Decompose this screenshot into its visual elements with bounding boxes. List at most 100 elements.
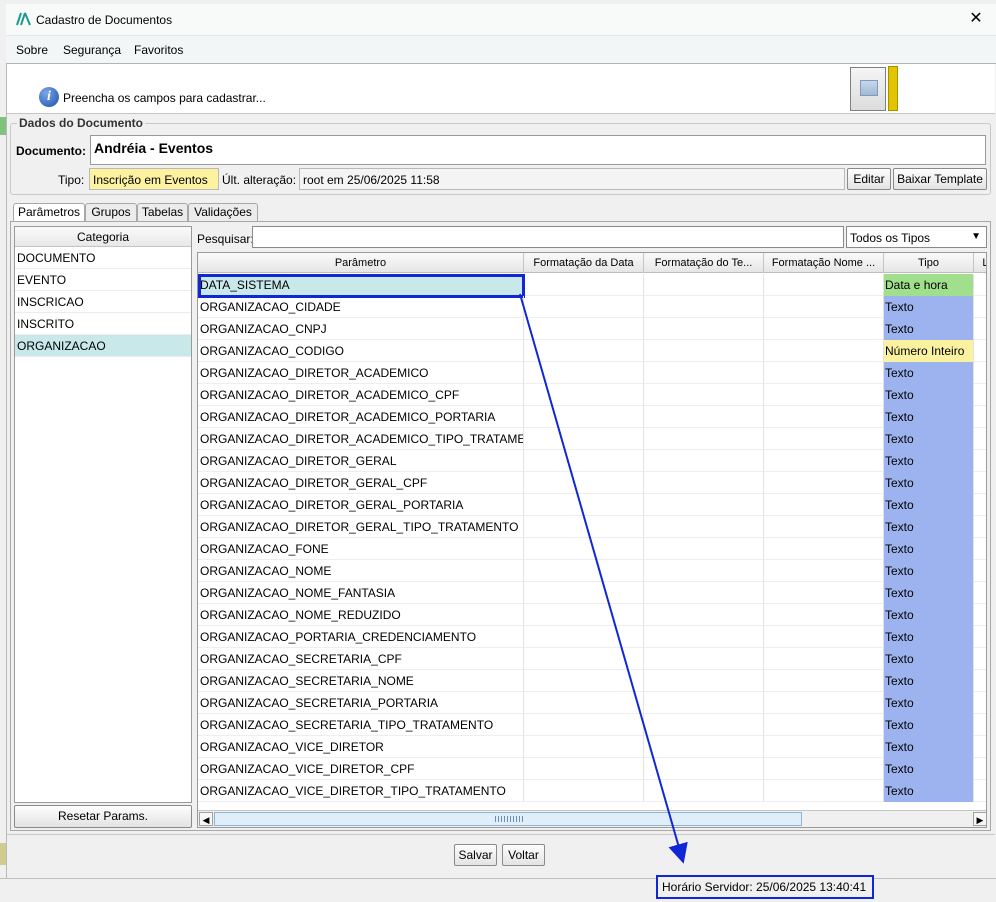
table-row[interactable]: ORGANIZACAO_SECRETARIA_NOME Texto [198,670,986,692]
cell-tipo[interactable]: Texto [884,670,974,692]
cell-parametro[interactable]: ORGANIZACAO_DIRETOR_GERAL [198,450,524,472]
cell-empty[interactable] [644,494,764,516]
cell-empty[interactable] [524,626,644,648]
cell-empty[interactable] [524,362,644,384]
cell-tipo[interactable]: Texto [884,780,974,802]
cell-empty[interactable] [524,538,644,560]
cell-empty[interactable] [974,516,986,538]
cell-empty[interactable] [764,648,884,670]
column-formatacao-texto[interactable]: Formatação do Te... [644,253,764,273]
cell-tipo[interactable]: Texto [884,560,974,582]
cell-parametro[interactable]: ORGANIZACAO_SECRETARIA_TIPO_TRATAMENTO [198,714,524,736]
cell-parametro[interactable]: ORGANIZACAO_DIRETOR_ACADEMICO_CPF [198,384,524,406]
cell-parametro[interactable]: ORGANIZACAO_DIRETOR_ACADEMICO_PORTARIA [198,406,524,428]
cell-empty[interactable] [524,450,644,472]
baixar-template-button[interactable]: Baixar Template [893,168,987,190]
cell-parametro[interactable]: ORGANIZACAO_CODIGO [198,340,524,362]
cell-empty[interactable] [524,406,644,428]
tab-parametros[interactable]: Parâmetros [13,203,85,222]
cell-tipo[interactable]: Número Inteiro [884,340,974,362]
cell-parametro[interactable]: ORGANIZACAO_SECRETARIA_NOME [198,670,524,692]
table-row[interactable]: ORGANIZACAO_DIRETOR_GERAL_PORTARIA Texto [198,494,986,516]
cell-empty[interactable] [974,296,986,318]
table-row[interactable]: ORGANIZACAO_NOME_FANTASIA Texto [198,582,986,604]
table-row[interactable]: ORGANIZACAO_DIRETOR_ACADEMICO_TIPO_TRATA… [198,428,986,450]
table-row[interactable]: ORGANIZACAO_SECRETARIA_PORTARIA Texto [198,692,986,714]
category-item[interactable]: EVENTO [15,269,191,291]
table-row[interactable]: ORGANIZACAO_SECRETARIA_CPF Texto [198,648,986,670]
cell-tipo[interactable]: Data e hora [884,274,974,296]
cell-parametro[interactable]: ORGANIZACAO_FONE [198,538,524,560]
cell-parametro[interactable]: ORGANIZACAO_VICE_DIRETOR_CPF [198,758,524,780]
tipo-field[interactable]: Inscrição em Eventos [89,168,219,190]
table-row[interactable]: ORGANIZACAO_CNPJ Texto [198,318,986,340]
cell-empty[interactable] [974,428,986,450]
horizontal-scrollbar[interactable]: ◀ ▶ [198,810,986,827]
cell-empty[interactable] [644,648,764,670]
cell-empty[interactable] [974,274,986,296]
cell-tipo[interactable]: Texto [884,758,974,780]
cell-tipo[interactable]: Texto [884,406,974,428]
cell-empty[interactable] [764,538,884,560]
cell-empty[interactable] [524,648,644,670]
category-item[interactable]: INSCRITO [15,313,191,335]
voltar-button[interactable]: Voltar [502,844,545,866]
table-row[interactable]: ORGANIZACAO_NOME_REDUZIDO Texto [198,604,986,626]
cell-parametro[interactable]: ORGANIZACAO_VICE_DIRETOR [198,736,524,758]
image-button[interactable] [850,67,886,111]
column-formatacao-data[interactable]: Formatação da Data [524,253,644,273]
table-row[interactable]: ORGANIZACAO_DIRETOR_ACADEMICO Texto [198,362,986,384]
table-row[interactable]: ORGANIZACAO_DIRETOR_GERAL Texto [198,450,986,472]
cell-empty[interactable] [764,406,884,428]
cell-empty[interactable] [524,472,644,494]
cell-tipo[interactable]: Texto [884,450,974,472]
cell-empty[interactable] [524,494,644,516]
cell-empty[interactable] [974,648,986,670]
cell-empty[interactable] [974,582,986,604]
cell-empty[interactable] [974,472,986,494]
cell-empty[interactable] [644,538,764,560]
cell-empty[interactable] [644,274,764,296]
cell-empty[interactable] [524,736,644,758]
table-row[interactable]: ORGANIZACAO_SECRETARIA_TIPO_TRATAMENTO Te… [198,714,986,736]
cell-empty[interactable] [524,582,644,604]
cell-parametro[interactable]: ORGANIZACAO_NOME_FANTASIA [198,582,524,604]
menu-sobre[interactable]: Sobre [16,43,48,57]
cell-empty[interactable] [764,736,884,758]
cell-tipo[interactable]: Texto [884,472,974,494]
table-row[interactable]: ORGANIZACAO_DIRETOR_GERAL_CPF Texto [198,472,986,494]
cell-empty[interactable] [644,318,764,340]
cell-empty[interactable] [764,714,884,736]
column-formatacao-nome[interactable]: Formatação Nome ... [764,253,884,273]
cell-empty[interactable] [764,758,884,780]
menu-favoritos[interactable]: Favoritos [134,43,183,57]
cell-parametro[interactable]: ORGANIZACAO_DIRETOR_ACADEMICO [198,362,524,384]
tab-grupos[interactable]: Grupos [85,203,137,221]
cell-parametro[interactable]: ORGANIZACAO_PORTARIA_CREDENCIAMENTO [198,626,524,648]
cell-empty[interactable] [644,516,764,538]
cell-tipo[interactable]: Texto [884,428,974,450]
cell-empty[interactable] [974,318,986,340]
table-row[interactable]: ORGANIZACAO_FONE Texto [198,538,986,560]
cell-empty[interactable] [644,406,764,428]
cell-empty[interactable] [764,582,884,604]
cell-empty[interactable] [764,516,884,538]
cell-tipo[interactable]: Texto [884,538,974,560]
cell-parametro[interactable]: DATA_SISTEMA [198,274,524,296]
search-input[interactable] [252,226,844,248]
cell-tipo[interactable]: Texto [884,604,974,626]
cell-empty[interactable] [764,604,884,626]
cell-parametro[interactable]: ORGANIZACAO_VICE_DIRETOR_TIPO_TRATAMENTO [198,780,524,802]
table-row[interactable]: ORGANIZACAO_VICE_DIRETOR Texto [198,736,986,758]
cell-empty[interactable] [764,428,884,450]
table-row[interactable]: ORGANIZACAO_CODIGO Número Inteiro [198,340,986,362]
cell-empty[interactable] [764,560,884,582]
cell-empty[interactable] [764,494,884,516]
cell-empty[interactable] [524,340,644,362]
cell-empty[interactable] [524,274,644,296]
cell-empty[interactable] [974,692,986,714]
cell-empty[interactable] [764,362,884,384]
cell-empty[interactable] [524,714,644,736]
cell-empty[interactable] [644,714,764,736]
cell-empty[interactable] [524,560,644,582]
